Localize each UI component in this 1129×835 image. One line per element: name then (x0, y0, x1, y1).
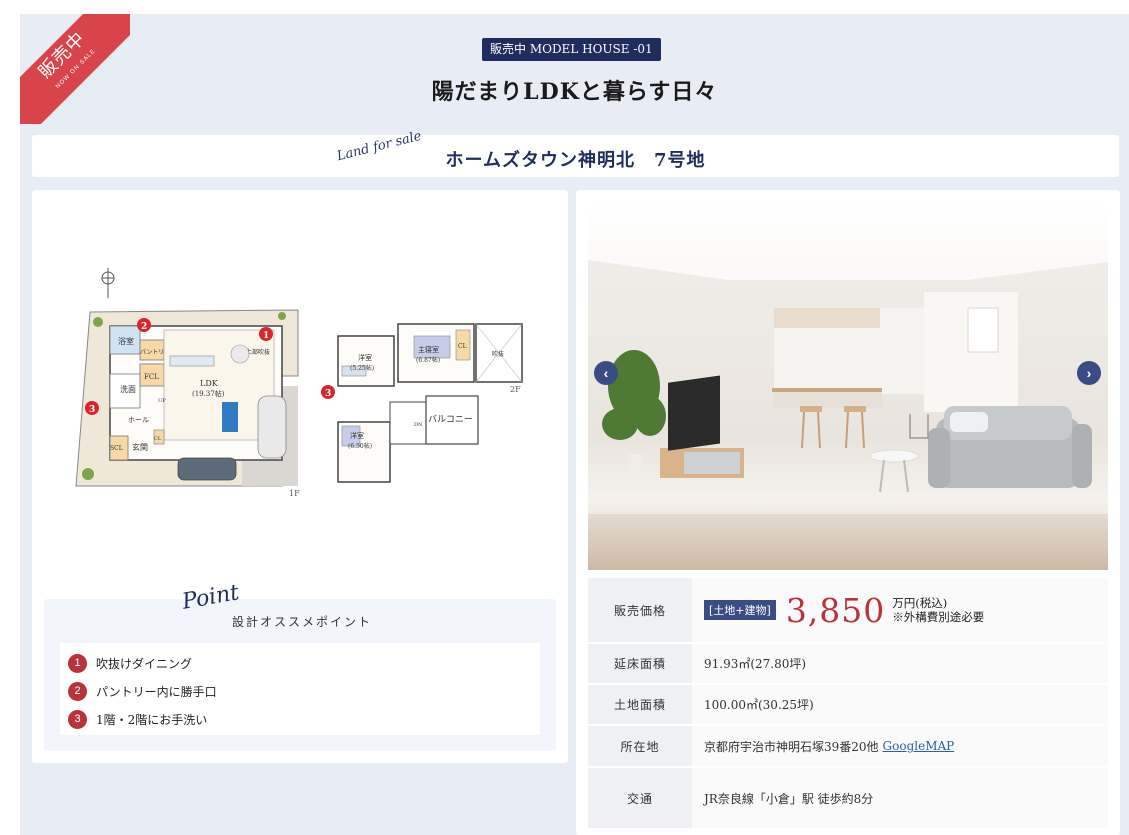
fp-room-ldk: LDK (200, 379, 219, 388)
svg-text:2: 2 (141, 322, 147, 332)
point-number-2: 2 (68, 681, 87, 701)
property-detail-panel: ‹ › 販売価格 [土地+建物] 3,850 万円(税込) ※外構費別途必要 延… (576, 190, 1120, 835)
floorplan-panel: 浴室 パントリー 洗面 FCL LDK (19.37帖) 上部吹抜 ホール SC… (32, 190, 568, 763)
slider-prev-button[interactable]: ‹ (594, 361, 618, 385)
point-text-2: パントリー内に勝手口 (96, 684, 217, 699)
land-name: ホームズタウン神明北 7号地 (445, 150, 706, 171)
marker-1: 1 (259, 327, 273, 341)
fp2-room-cl: CL (458, 343, 467, 350)
point-list: 1 吹抜けダイニング 2 パントリー内に勝手口 3 1階・2階にお手洗い (60, 643, 540, 735)
point-text-1: 吹抜けダイニング (96, 656, 193, 671)
price-unit: 万円(税込) (892, 596, 948, 610)
spec-row-address: 所在地 京都府宇治市神明石塚39番20他 GoogleMAP (588, 726, 1108, 768)
page-title: 陽だまりLDKと暮らす日々 (431, 79, 718, 105)
spec-label-floor-area: 延床面積 (588, 644, 692, 683)
compass-icon (101, 268, 115, 298)
fp2-room-west1-size: (5.25帖) (350, 364, 374, 372)
fp-room-cl: CL (154, 436, 162, 442)
spec-label-price: 販売価格 (588, 578, 692, 642)
design-points-box: Point 設計オススメポイント 1 吹抜けダイニング 2 パントリー内に勝手口… (44, 580, 556, 751)
spec-table: 販売価格 [土地+建物] 3,850 万円(税込) ※外構費別途必要 延床面積 … (588, 578, 1108, 830)
spec-row-land-area: 土地面積 100.00㎡(30.25坪) (588, 685, 1108, 726)
fp2-room-master: 主寝室 (418, 345, 439, 354)
floor2-label: 2F (510, 385, 521, 394)
price-value: 3,850 (785, 590, 886, 630)
point-item-1: 1 吹抜けダイニング (68, 649, 532, 677)
fp2-room-void: 吹抜 (492, 350, 504, 358)
interior-photo-slider[interactable]: ‹ › (588, 202, 1108, 570)
fp2-room-master-size: (6.87帖) (416, 356, 440, 364)
spec-floor-area: 91.93㎡(27.80坪) (692, 644, 1108, 683)
marker-3-floor1: 3 (85, 401, 99, 415)
fp2-room-west2: 洋室 (350, 431, 364, 440)
fp2-room-west2-size: (6.50帖) (348, 442, 372, 450)
land-name-bar: Land for sale ホームズタウン神明北 7号地 (32, 129, 1119, 177)
fp-room-ldk-size: (19.37帖) (192, 389, 225, 398)
spec-row-access: 交通 JR奈良線「小倉」駅 徒歩約8分 (588, 768, 1108, 830)
spec-land-area: 100.00㎡(30.25坪) (692, 685, 1108, 724)
fp2-room-balcony: バルコニー (428, 414, 473, 425)
svg-text:3: 3 (325, 389, 331, 399)
spec-address: 京都府宇治市神明石塚39番20他 (704, 739, 879, 754)
svg-text:3: 3 (89, 405, 95, 415)
spec-access: JR奈良線「小倉」駅 徒歩約8分 (692, 768, 1108, 828)
point-subtitle: 設計オススメポイント (232, 615, 373, 629)
fp-room-hall: ホール (128, 416, 149, 424)
fp2-stair-down: DN (414, 422, 423, 428)
point-item-3: 3 1階・2階にお手洗い (68, 705, 532, 733)
point-text-3: 1階・2階にお手洗い (96, 712, 208, 727)
google-map-link[interactable]: GoogleMAP (883, 739, 955, 753)
model-house-section: 販売中 NOW ON SALE 販売中 MODEL HOUSE -01 陽だまり… (20, 14, 1129, 835)
marker-3-floor2: 3 (321, 385, 335, 399)
fp-room-bath: 浴室 (118, 336, 134, 346)
price-tag: [土地+建物] (704, 600, 776, 620)
fp2-room-west1: 洋室 (358, 353, 372, 362)
floor2-plan: 洋室 (5.25帖) 主寝室 (6.87帖) CL 吹抜 洋室 (6.50帖) … (337, 323, 523, 483)
floor1-label: 1F (289, 489, 300, 498)
slider-next-button[interactable]: › (1077, 361, 1101, 385)
fp-room-void: 上部吹抜 (246, 348, 270, 356)
model-house-badge: 販売中 MODEL HOUSE -01 (482, 38, 661, 61)
marker-2: 2 (137, 318, 151, 332)
point-item-2: 2 パントリー内に勝手口 (68, 677, 532, 705)
fp-room-scl: SCL (110, 445, 123, 452)
point-number-1: 1 (68, 653, 87, 673)
fp-stair-up: UP (158, 398, 166, 404)
spec-row-floor-area: 延床面積 91.93㎡(27.80坪) (588, 644, 1108, 685)
svg-text:1: 1 (263, 331, 269, 341)
floor-plan-image: 浴室 パントリー 洗面 FCL LDK (19.37帖) 上部吹抜 ホール SC… (75, 268, 523, 498)
living-room-photo (588, 202, 1108, 570)
spec-label-address: 所在地 (588, 726, 692, 766)
now-on-sale-ribbon: 販売中 NOW ON SALE (20, 14, 130, 124)
point-number-3: 3 (68, 709, 87, 729)
fp-room-entrance: 玄関 (132, 442, 148, 452)
price-note: ※外構費別途必要 (892, 610, 985, 624)
spec-label-access: 交通 (588, 768, 692, 828)
fp-room-fcl: FCL (144, 373, 159, 381)
spec-row-price: 販売価格 [土地+建物] 3,850 万円(税込) ※外構費別途必要 (588, 578, 1108, 644)
fp-room-washroom: 洗面 (120, 384, 136, 394)
spec-label-land-area: 土地面積 (588, 685, 692, 724)
